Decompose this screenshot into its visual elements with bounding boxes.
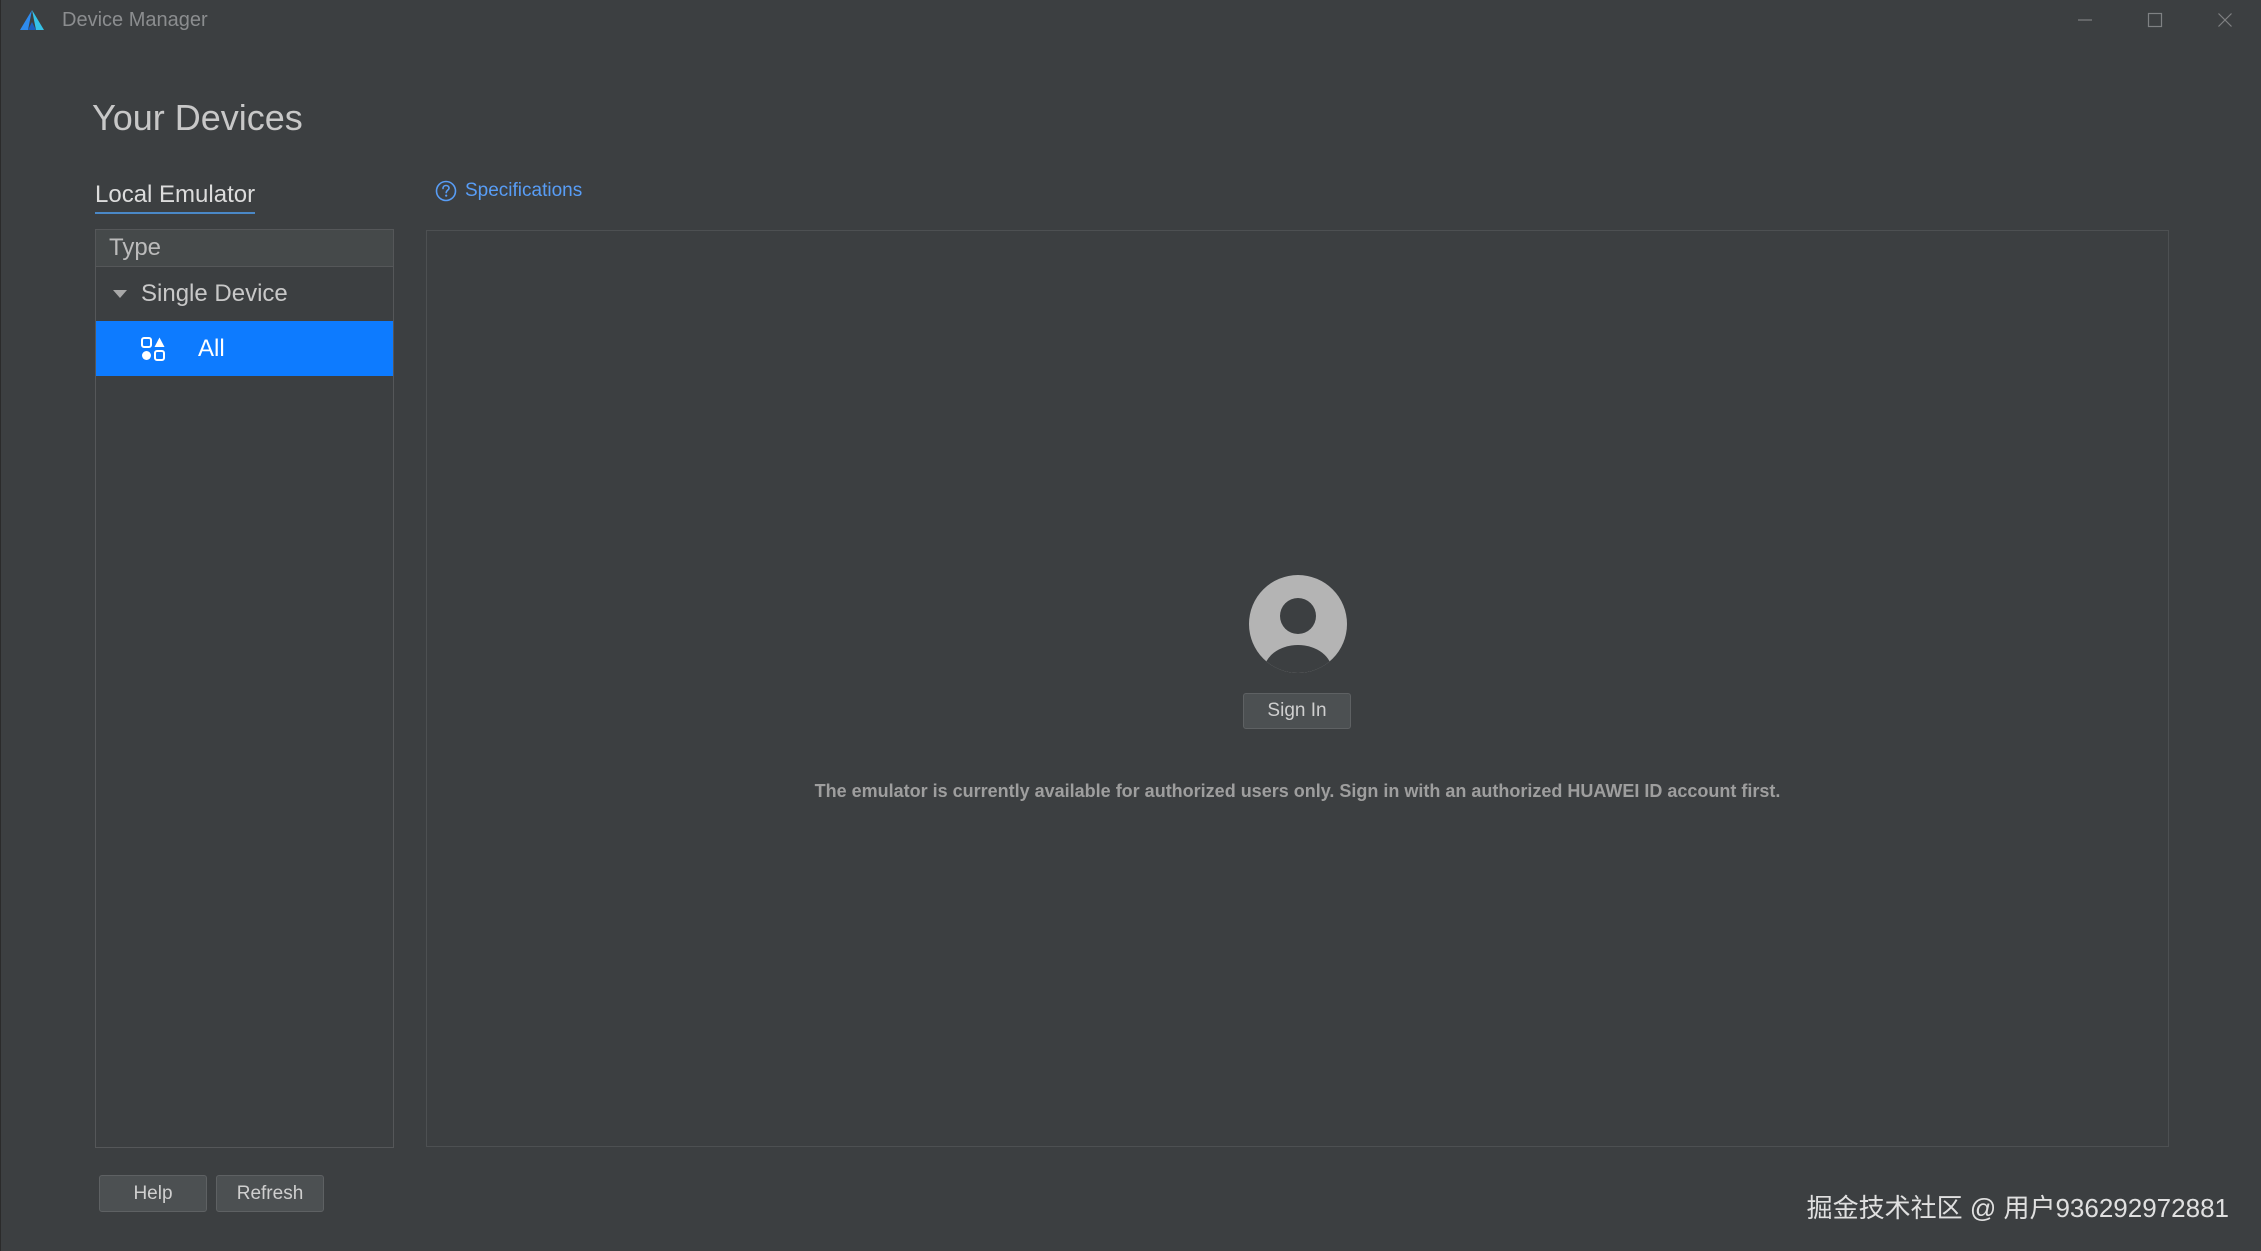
- type-column-header: Type: [96, 230, 393, 267]
- tree-item-label: All: [198, 334, 225, 362]
- device-manager-window: Device Manager Your Devices Local Emulat…: [0, 0, 2261, 1251]
- device-list-panel: Sign In The emulator is currently availa…: [426, 230, 2169, 1147]
- app-logo-icon: [20, 10, 44, 30]
- maximize-icon: [2147, 12, 2163, 28]
- help-button[interactable]: Help: [99, 1175, 207, 1212]
- device-type-panel: Type Single Device All: [95, 229, 394, 1148]
- sign-in-button[interactable]: Sign In: [1243, 693, 1351, 729]
- tree-group-single-device[interactable]: Single Device: [96, 267, 393, 321]
- watermark-text: 掘金技术社区 @ 用户936292972881: [1806, 1193, 2229, 1223]
- close-icon: [2218, 13, 2232, 27]
- tree-item-all[interactable]: All: [96, 321, 393, 376]
- authorization-notice: The emulator is currently available for …: [814, 781, 1781, 801]
- minimize-icon: [2078, 19, 2092, 21]
- title-bar: Device Manager: [1, 0, 2261, 40]
- tab-local-emulator[interactable]: Local Emulator: [95, 181, 256, 214]
- all-categories-icon: [141, 336, 165, 361]
- window-title: Device Manager: [62, 9, 208, 31]
- minimize-button[interactable]: [2055, 0, 2115, 40]
- specifications-link[interactable]: Specifications: [435, 180, 582, 202]
- caret-down-icon[interactable]: [113, 290, 127, 298]
- specifications-label: Specifications: [465, 180, 583, 201]
- help-circle-icon: [435, 180, 457, 202]
- refresh-button[interactable]: Refresh: [216, 1175, 324, 1212]
- close-button[interactable]: [2195, 0, 2255, 40]
- maximize-button[interactable]: [2125, 0, 2185, 40]
- user-avatar-icon: [1249, 575, 1347, 673]
- page-title: Your Devices: [92, 97, 303, 138]
- tree-group-label: Single Device: [141, 280, 288, 307]
